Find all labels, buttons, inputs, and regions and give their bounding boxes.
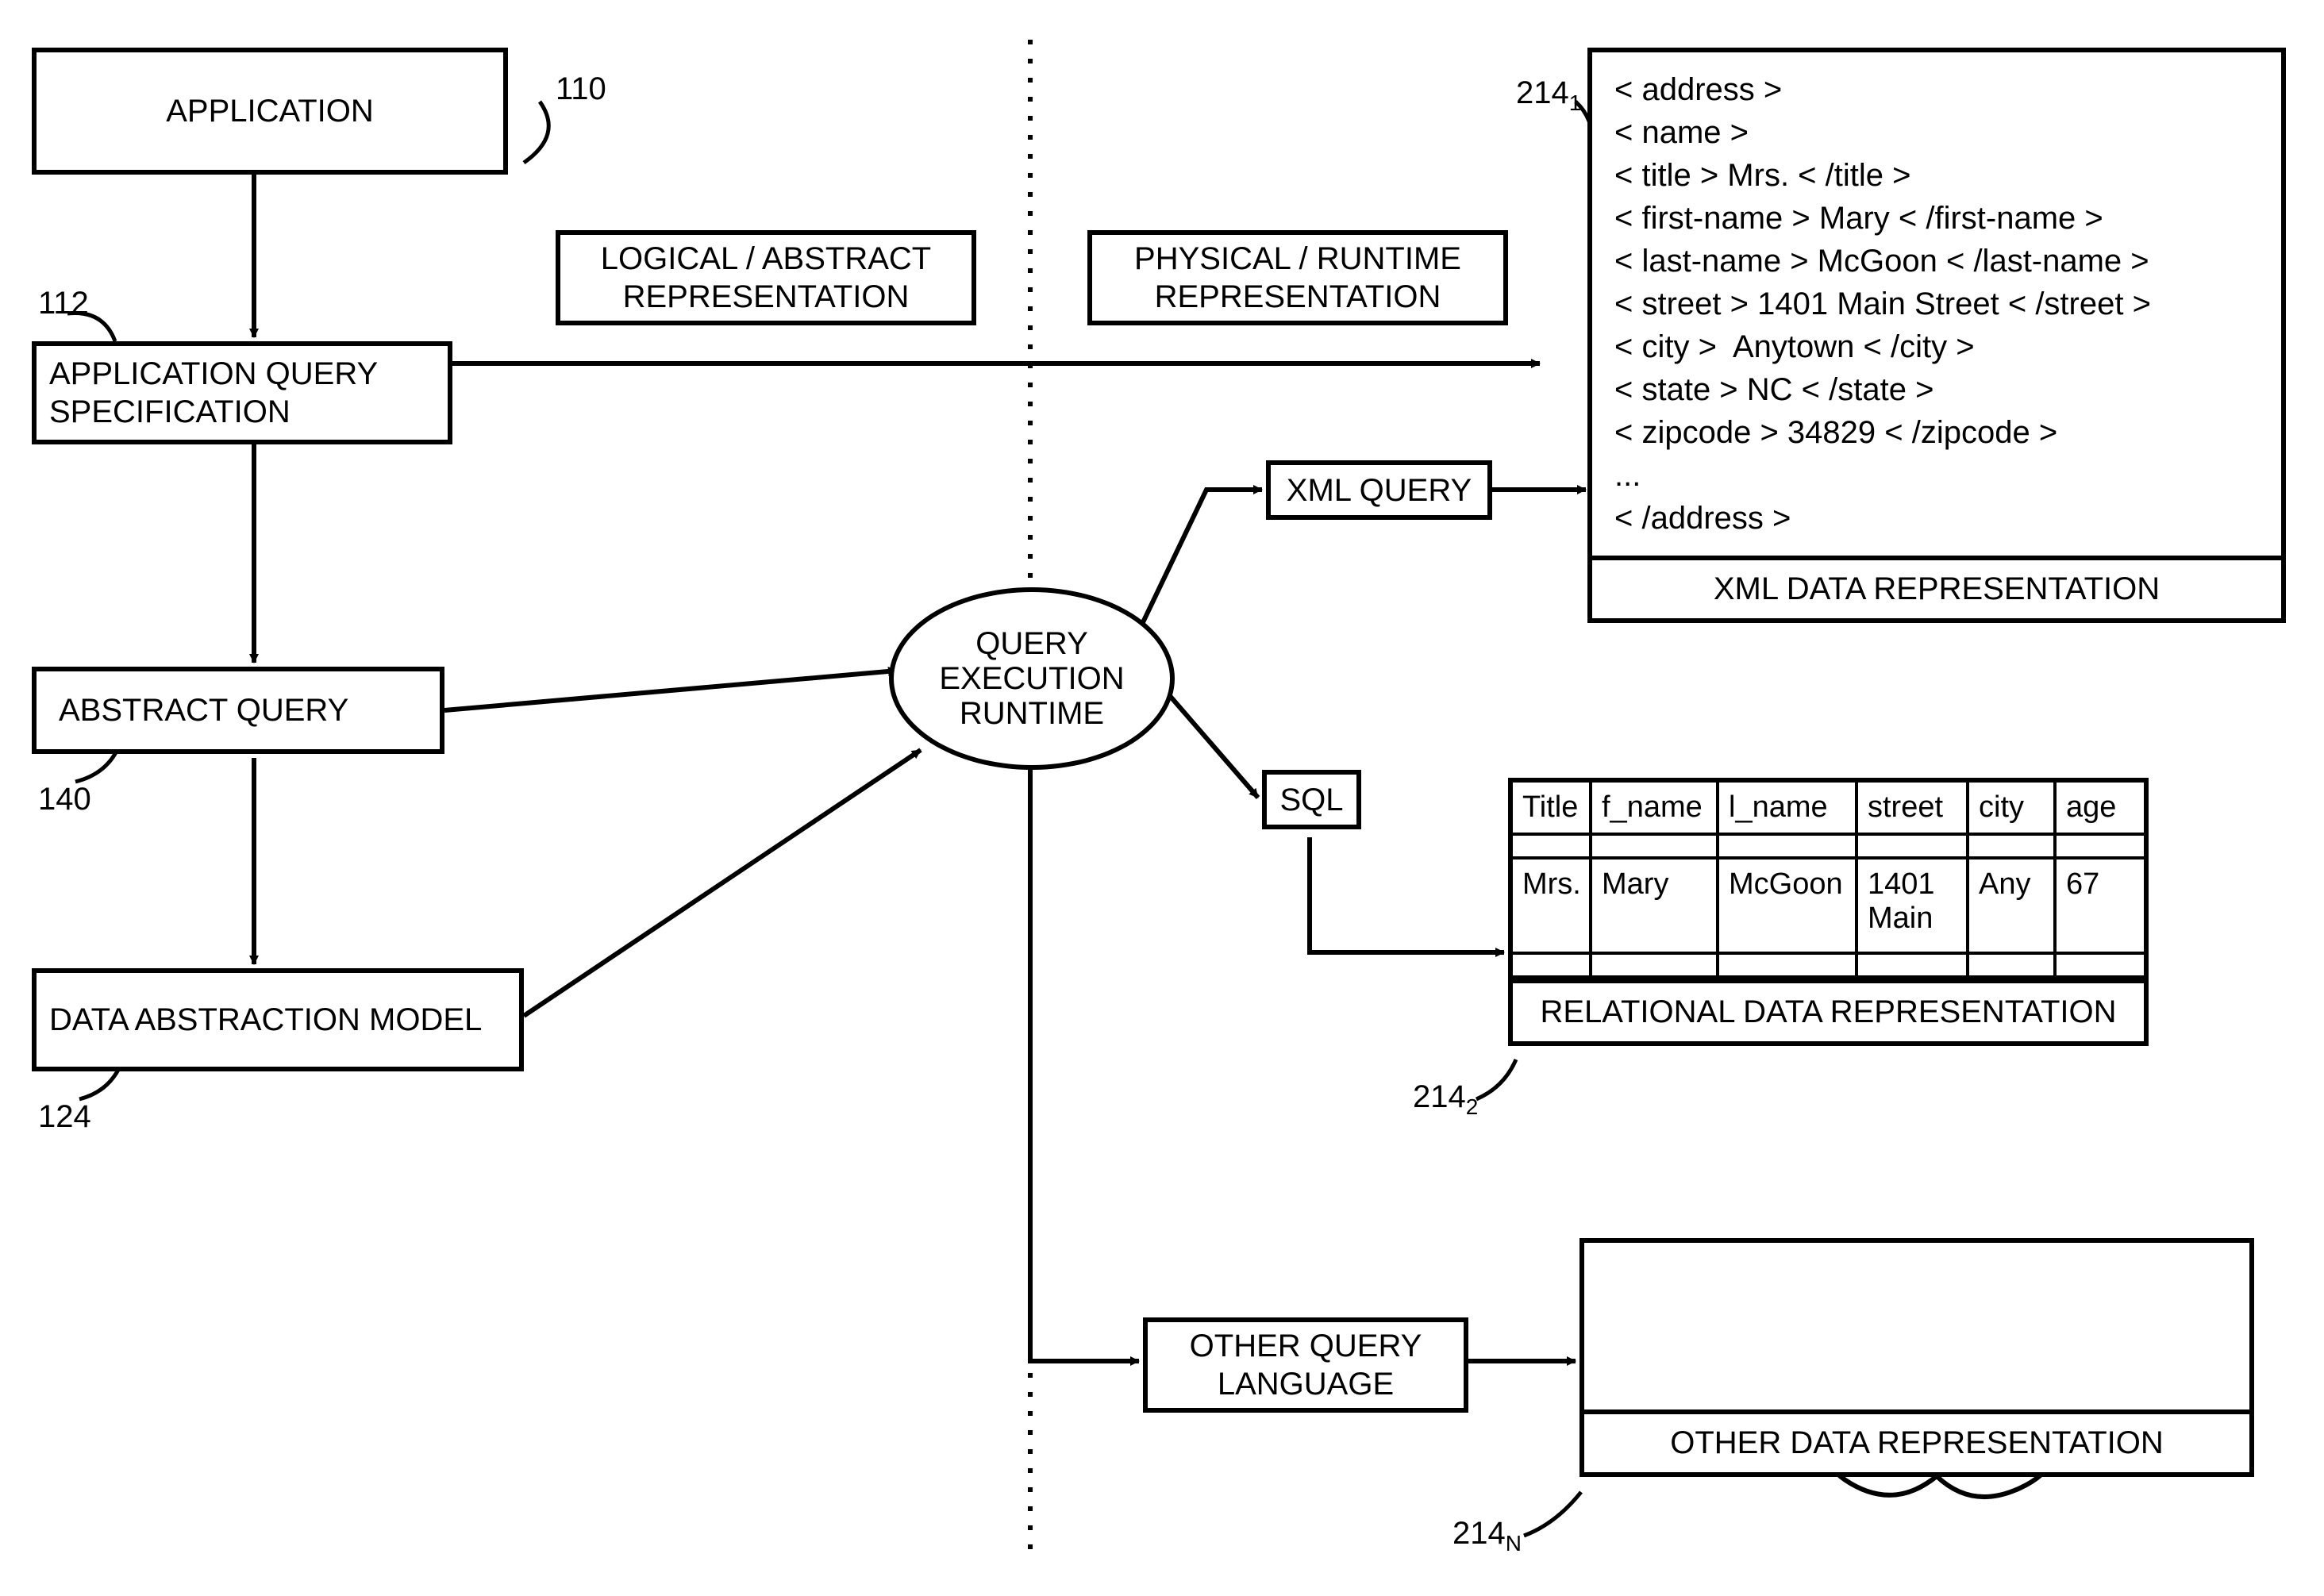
table-cell <box>2057 955 2144 979</box>
table-cell <box>1719 836 1858 860</box>
table-cell <box>1513 836 1592 860</box>
physical-runtime-label: PHYSICAL / RUNTIME REPRESENTATION <box>1105 240 1491 316</box>
table-cell <box>1858 836 1969 860</box>
query-execution-runtime-ellipse: QUERY EXECUTION RUNTIME <box>889 587 1175 770</box>
table-cell: 67 <box>2057 860 2144 955</box>
table-cell: Mrs. <box>1513 860 1592 955</box>
application-label: APPLICATION <box>166 92 374 130</box>
table-cell: Title <box>1513 783 1592 836</box>
relational-data-box: Titlef_namel_namestreetcityage Mrs.MaryMc… <box>1508 778 2149 1046</box>
table-cell <box>1969 836 2057 860</box>
ref-124: 124 <box>38 1099 91 1135</box>
xml-data-box: < address > < name > < title > Mrs. < /t… <box>1587 48 2286 623</box>
xml-query-box: XML QUERY <box>1266 460 1492 520</box>
other-footer: OTHER DATA REPRESENTATION <box>1584 1409 2249 1472</box>
ref-140: 140 <box>38 782 91 817</box>
sql-box: SQL <box>1262 770 1361 829</box>
ref-110: 110 <box>556 71 606 107</box>
blob-area <box>1584 1243 2249 1409</box>
app-query-spec-box: APPLICATION QUERY SPECIFICATION <box>32 341 452 444</box>
app-query-spec-label: APPLICATION QUERY SPECIFICATION <box>49 355 435 431</box>
table-cell: 1401 Main <box>1858 860 1969 955</box>
abstract-query-label: ABSTRACT QUERY <box>59 691 348 729</box>
sql-label: SQL <box>1279 781 1343 819</box>
xml-footer: XML DATA REPRESENTATION <box>1592 556 2281 618</box>
table-cell <box>1592 955 1719 979</box>
other-query-lang-label: OTHER QUERY LANGUAGE <box>1160 1327 1451 1403</box>
logical-abstract-box: LOGICAL / ABSTRACT REPRESENTATION <box>556 230 976 325</box>
physical-runtime-box: PHYSICAL / RUNTIME REPRESENTATION <box>1087 230 1508 325</box>
data-abstraction-model-box: DATA ABSTRACTION MODEL <box>32 968 524 1071</box>
table-cell <box>1858 955 1969 979</box>
other-data-box: OTHER DATA REPRESENTATION <box>1579 1238 2254 1477</box>
application-box: APPLICATION <box>32 48 508 175</box>
ref-214-1: 2141 <box>1516 75 1581 116</box>
table-cell <box>1719 955 1858 979</box>
diagram-canvas: APPLICATION 110 112 APPLICATION QUERY SP… <box>0 0 2324 1596</box>
logical-abstract-label: LOGICAL / ABSTRACT REPRESENTATION <box>573 240 959 316</box>
table-cell <box>1513 955 1592 979</box>
table-cell: city <box>1969 783 2057 836</box>
ref-214-n: 214N <box>1452 1516 1522 1556</box>
ref-214-2: 2142 <box>1413 1079 1478 1120</box>
data-abstraction-model-label: DATA ABSTRACTION MODEL <box>49 1001 482 1039</box>
table-cell: street <box>1858 783 1969 836</box>
table-cell: l_name <box>1719 783 1858 836</box>
xml-query-label: XML QUERY <box>1287 471 1472 510</box>
abstract-query-box: ABSTRACT QUERY <box>32 667 444 754</box>
relational-footer: RELATIONAL DATA REPRESENTATION <box>1513 979 2144 1041</box>
table-cell <box>1592 836 1719 860</box>
other-query-lang-box: OTHER QUERY LANGUAGE <box>1143 1317 1468 1413</box>
query-execution-runtime-label: QUERY EXECUTION RUNTIME <box>894 626 1170 731</box>
table-cell: age <box>2057 783 2144 836</box>
table-cell: Mary <box>1592 860 1719 955</box>
table-cell <box>2057 836 2144 860</box>
relational-grid: Titlef_namel_namestreetcityage Mrs.MaryMc… <box>1513 783 2144 979</box>
xml-content: < address > < name > < title > Mrs. < /t… <box>1592 52 2281 556</box>
table-cell <box>1969 955 2057 979</box>
table-cell: McGoon <box>1719 860 1858 955</box>
table-cell: Any <box>1969 860 2057 955</box>
ref-112: 112 <box>38 286 89 321</box>
table-cell: f_name <box>1592 783 1719 836</box>
